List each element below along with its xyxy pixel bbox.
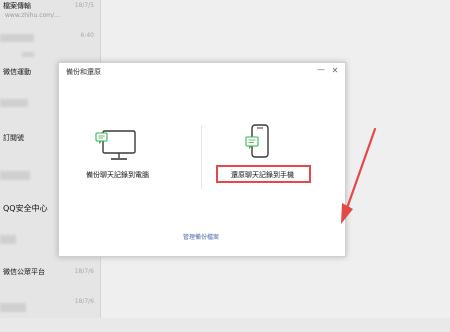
phone-icon[interactable]: [245, 123, 273, 161]
chat-item-name: QQ安全中心: [3, 204, 48, 213]
chat-item-blurred-2[interactable]: 18/7/6: [0, 296, 100, 332]
backup-restore-dialog: 備份和還原 — ✕ 備份聊天記錄到電腦 還原聊天記錄到手機 管理備份檔案: [58, 62, 377, 257]
close-button[interactable]: ✕: [330, 66, 340, 76]
blurred-chat-name: [0, 303, 26, 312]
manage-backup-files-link[interactable]: 管理備份檔案: [183, 232, 219, 241]
blurred-chat-name: [0, 171, 30, 180]
chat-item-time: 18/7/6: [74, 298, 94, 305]
chat-item-name: 微信運動: [3, 68, 31, 76]
chat-item-name: 檔案傳輸: [3, 2, 31, 10]
option-divider: [201, 125, 202, 189]
blurred-preview: [22, 52, 34, 57]
chat-item-preview: www.zhihu.com/...: [5, 12, 60, 19]
monitor-icon[interactable]: [95, 127, 139, 163]
chat-item-name: 訂閱號: [3, 134, 24, 142]
chat-item-time: 6:40: [80, 32, 94, 39]
dialog-title: 備份和還原: [66, 68, 101, 76]
minimize-button[interactable]: —: [316, 66, 326, 76]
blurred-chat-name: [0, 235, 16, 244]
restore-to-phone-option[interactable]: 還原聊天記錄到手機: [231, 170, 294, 180]
chat-item-time: 18/7/5: [74, 2, 94, 9]
chat-item-blurred-1[interactable]: 6:40: [0, 30, 100, 66]
blurred-chat-name: [0, 99, 28, 107]
backup-to-pc-option[interactable]: 備份聊天記錄到電腦: [86, 170, 149, 180]
chat-item-name: 微信公眾平台: [3, 268, 45, 276]
chat-item-time: 18/7/6: [74, 268, 94, 275]
annotation-arrow-icon: [341, 127, 377, 224]
